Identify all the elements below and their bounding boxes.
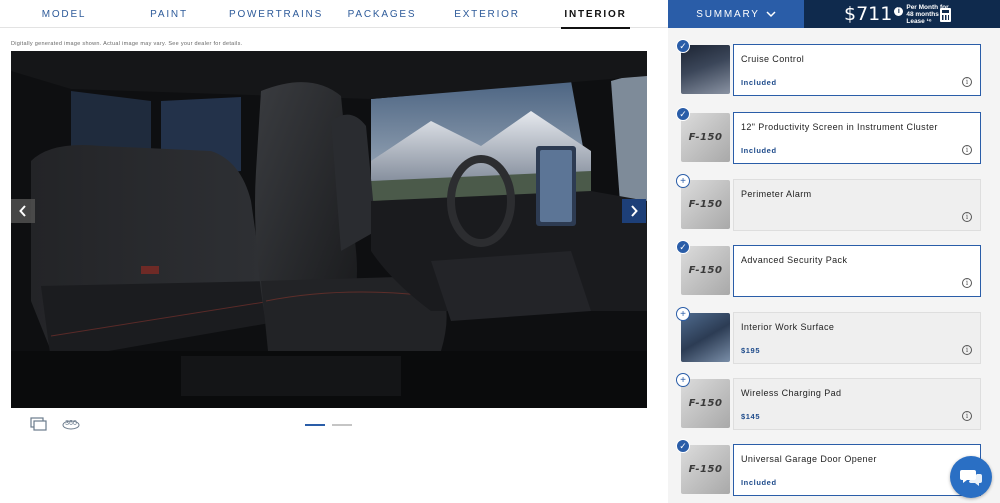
image-pager: [305, 424, 352, 426]
option-item[interactable]: ✓ Cruise Control Included i: [676, 39, 981, 96]
view-360-label: 360: [65, 419, 77, 427]
option-item[interactable]: + Interior Work Surface $195 i: [676, 307, 981, 364]
plus-icon[interactable]: +: [676, 307, 690, 321]
pager-dot-2[interactable]: [332, 424, 352, 426]
truck-interior-illustration: [11, 51, 647, 408]
option-thumbnail: F-150: [681, 379, 730, 428]
payment-estimate[interactable]: $711 i Per Month for 48 months Lease ¹⁶: [804, 0, 1000, 28]
gallery-view-icon[interactable]: [30, 416, 48, 432]
info-icon[interactable]: i: [962, 278, 972, 288]
option-title: 12" Productivity Screen in Instrument Cl…: [741, 122, 938, 132]
plus-icon[interactable]: +: [676, 174, 690, 188]
option-card[interactable]: Wireless Charging Pad $145 i: [733, 378, 981, 430]
info-icon[interactable]: i: [962, 212, 972, 222]
previous-image-button[interactable]: [11, 199, 35, 223]
checkmark-icon[interactable]: ✓: [676, 240, 690, 254]
option-thumbnail: F-150: [681, 113, 730, 162]
option-title: Cruise Control: [741, 54, 805, 64]
option-item[interactable]: F-150 ✓ Advanced Security Pack i: [676, 240, 981, 297]
chat-button[interactable]: [950, 456, 992, 498]
next-image-button[interactable]: [622, 199, 646, 223]
option-thumbnail: [681, 45, 730, 94]
option-card[interactable]: Interior Work Surface $195 i: [733, 312, 981, 364]
option-item[interactable]: F-150 + Wireless Charging Pad $145 i: [676, 373, 981, 430]
option-title: Advanced Security Pack: [741, 255, 848, 265]
option-title: Interior Work Surface: [741, 322, 835, 332]
option-status: $145: [741, 412, 761, 421]
checkmark-icon[interactable]: ✓: [676, 39, 690, 53]
view-mode-controls: 360: [30, 416, 80, 432]
chevron-down-icon: [766, 10, 776, 17]
summary-label: SUMMARY: [696, 8, 760, 20]
plus-icon[interactable]: +: [676, 373, 690, 387]
option-thumbnail: F-150: [681, 246, 730, 295]
info-icon[interactable]: i: [962, 411, 972, 421]
tab-model[interactable]: MODEL: [28, 0, 100, 28]
configurator-tabs: MODEL PAINT POWERTRAINS PACKAGES EXTERIO…: [0, 0, 668, 29]
interior-image: [11, 51, 647, 408]
option-card[interactable]: 12" Productivity Screen in Instrument Cl…: [733, 112, 981, 164]
image-disclaimer: Digitally generated image shown. Actual …: [11, 41, 243, 47]
summary-button[interactable]: SUMMARY: [668, 0, 804, 28]
tab-powertrains[interactable]: POWERTRAINS: [229, 0, 321, 28]
f150-logo: F-150: [688, 132, 723, 143]
option-thumbnail: F-150: [681, 445, 730, 494]
option-card[interactable]: Cruise Control Included i: [733, 44, 981, 96]
chat-icon: [960, 470, 982, 486]
option-card[interactable]: Perimeter Alarm i: [733, 179, 981, 231]
option-status: Included: [741, 146, 777, 155]
option-title: Universal Garage Door Opener: [741, 454, 877, 464]
option-item[interactable]: F-150 + Perimeter Alarm i: [676, 174, 981, 231]
view-360-icon[interactable]: 360: [62, 416, 80, 432]
info-icon[interactable]: i: [894, 6, 904, 16]
pager-dot-1[interactable]: [305, 424, 325, 426]
info-icon[interactable]: i: [962, 345, 972, 355]
f150-logo: F-150: [688, 199, 723, 210]
option-item[interactable]: F-150 ✓ Universal Garage Door Opener Includ…: [676, 439, 981, 496]
option-title: Wireless Charging Pad: [741, 388, 842, 398]
option-card[interactable]: Universal Garage Door OpenerIncludedi: [733, 444, 981, 496]
tab-exterior[interactable]: EXTERIOR: [454, 0, 520, 28]
option-status: Included: [741, 78, 777, 87]
checkmark-icon[interactable]: ✓: [676, 107, 690, 121]
option-card[interactable]: Advanced Security Pack i: [733, 245, 981, 297]
info-icon[interactable]: i: [962, 77, 972, 87]
option-status: $195: [741, 346, 761, 355]
option-thumbnail: F-150: [681, 180, 730, 229]
option-item[interactable]: F-150 ✓ 12" Productivity Screen in Instrum…: [676, 107, 981, 164]
tab-packages[interactable]: PACKAGES: [348, 0, 416, 28]
option-status: Included: [741, 478, 777, 487]
checkmark-icon[interactable]: ✓: [676, 439, 690, 453]
tab-paint[interactable]: PAINT: [138, 0, 200, 28]
calculator-icon[interactable]: [940, 8, 951, 22]
chevron-right-icon: [631, 205, 638, 217]
tab-interior[interactable]: INTERIOR: [561, 0, 630, 29]
monthly-price: $711: [844, 3, 893, 25]
info-icon[interactable]: i: [962, 145, 972, 155]
option-title: Perimeter Alarm: [741, 189, 812, 199]
option-thumbnail: [681, 313, 730, 362]
f150-logo: F-150: [688, 464, 723, 475]
chevron-left-icon: [19, 205, 26, 217]
f150-logo: F-150: [688, 265, 723, 276]
f150-logo: F-150: [688, 398, 723, 409]
interior-options-panel: ✓ Cruise Control Included i F-150 ✓ 12" Produc…: [668, 28, 1000, 503]
